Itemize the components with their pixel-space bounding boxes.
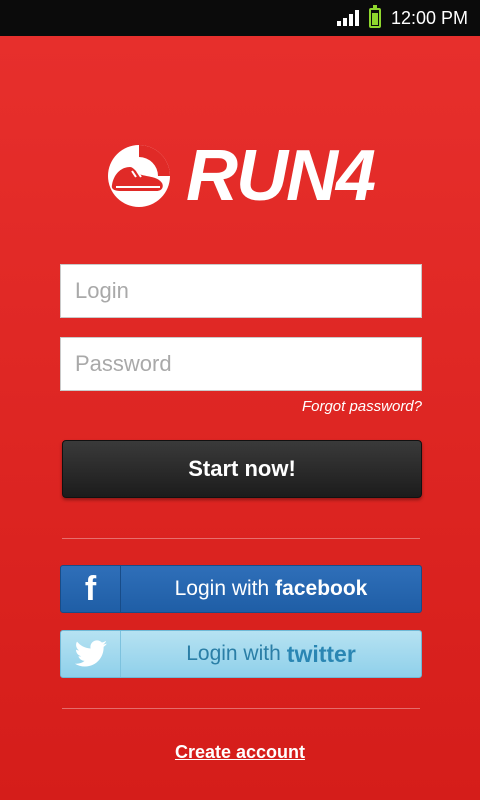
twitter-prefix: Login with [186,642,281,665]
password-input[interactable] [60,337,422,391]
logo-text: RUN4 [185,136,376,216]
facebook-prefix: Login with [174,577,270,600]
twitter-brand: twitter [286,640,356,667]
battery-icon [368,5,381,28]
status-bar: 12:00 PM [0,0,480,36]
twitter-icon-box [61,631,121,677]
divider [62,708,420,709]
facebook-login-label: Login with facebook [121,566,421,612]
facebook-icon: f [84,569,97,608]
forgot-password-link[interactable]: Forgot password? [302,398,422,415]
twitter-login-label: Login with twitter [121,631,421,677]
status-time: 12:00 PM [390,7,468,28]
facebook-login-button[interactable]: f Login with facebook [60,565,422,613]
login-screen: 12:00 PM RUN4 Forgot password? Start now… [0,0,480,800]
divider [62,538,420,539]
facebook-brand: facebook [275,577,368,600]
app-logo: RUN4 [0,140,480,212]
login-input[interactable] [60,264,422,318]
facebook-icon-box: f [61,566,121,612]
signal-icon [336,10,359,26]
shoe-logo-icon [107,145,170,207]
twitter-bird-icon [74,640,107,667]
start-now-button[interactable]: Start now! [62,440,422,498]
twitter-login-button[interactable]: Login with twitter [60,630,422,678]
create-account-link[interactable]: Create account [0,742,480,763]
start-now-label: Start now! [188,456,296,481]
